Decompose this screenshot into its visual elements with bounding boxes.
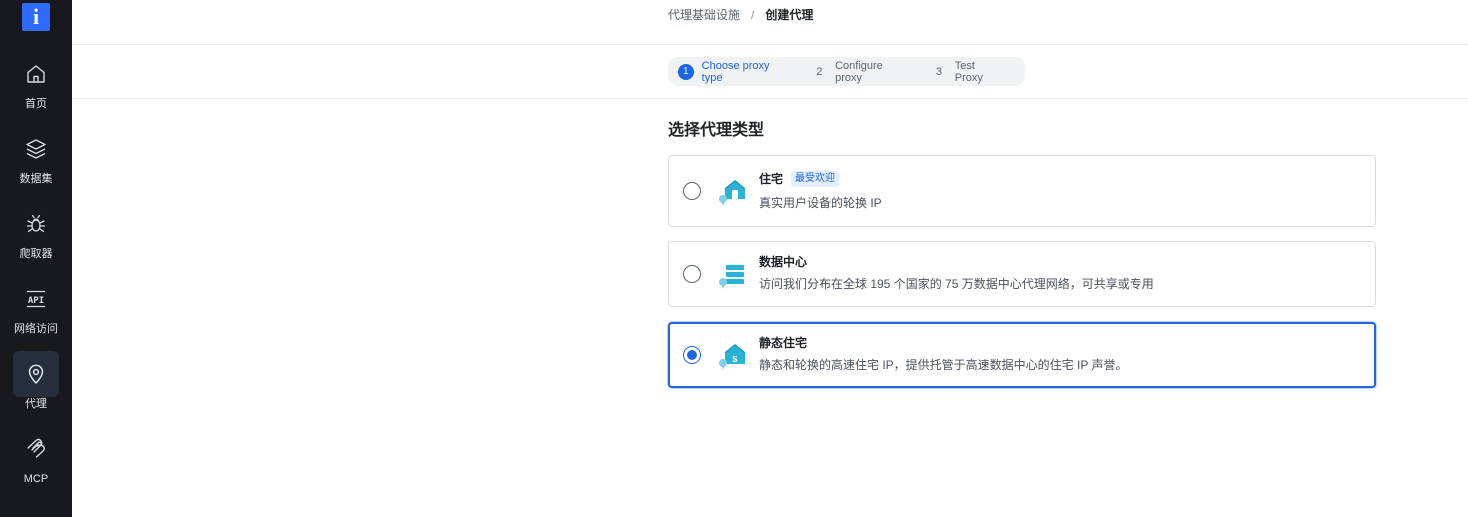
main-content: 代理基础设施 / 创建代理 1 Choose proxy type 2 Conf… [72,0,1468,517]
svg-text:S: S [732,355,738,364]
option-datacenter[interactable]: 数据中心 访问我们分布在全球 195 个国家的 75 万数据中心代理网络，可共享… [668,241,1376,307]
datacenter-server-icon [719,265,744,289]
sidebar-item-home[interactable]: 首页 [0,43,72,118]
svg-text:API: API [28,296,44,306]
sidebar-item-label: 代理 [25,397,47,410]
page-header: 代理基础设施 / 创建代理 [72,0,1468,45]
option-title: 数据中心 [759,254,807,270]
option-residential[interactable]: 住宅 最受欢迎 真实用户设备的轮换 IP [668,155,1376,227]
sidebar-item-datasets[interactable]: 数据集 [0,118,72,193]
location-pin-icon [28,364,44,384]
sidebar-item-scrapers[interactable]: 爬取器 [0,193,72,268]
api-icon: API [27,290,45,307]
stepper: 1 Choose proxy type 2 Configure proxy 3 … [668,57,1025,86]
sidebar-item-web-access[interactable]: API 网络访问 [0,268,72,343]
logo-letter: i [32,4,40,29]
breadcrumb: 代理基础设施 / 创建代理 [668,7,813,23]
step-label: Choose proxy type [701,59,770,84]
step-choose-proxy-type[interactable]: 1 Choose proxy type [678,60,791,84]
option-title: 静态住宅 [759,335,807,351]
step-number: 2 [816,65,823,78]
option-title-text: 住宅 [759,172,784,186]
option-title-text: 静态住宅 [759,336,808,350]
option-title: 住宅 最受欢迎 [759,171,840,187]
sidebar-item-label: 爬取器 [19,247,53,260]
radio-static-residential[interactable] [683,346,701,364]
mcp-icon [27,438,45,458]
sidebar: i 首页 数据集 爬取器 API 网络访问 代理 MCP [0,0,72,517]
steps-bar: 1 Choose proxy type 2 Configure proxy 3 … [72,45,1468,99]
bug-icon [26,214,46,232]
layers-icon [26,138,46,159]
step-number: 3 [935,65,943,78]
step-label: Configure proxy [835,59,883,84]
option-static-residential[interactable]: S 静态住宅 静态和轮换的高速住宅 IP，提供托管于高速数据中心的住宅 IP 声… [668,322,1376,388]
option-description: 访问我们分布在全球 195 个国家的 75 万数据中心代理网络，可共享或专用 [759,277,1154,291]
breadcrumb-separator: / [751,8,755,22]
residential-house-icon [719,180,746,206]
sidebar-item-label: MCP [23,472,49,485]
sidebar-item-label: 网络访问 [14,322,58,335]
home-icon [27,64,45,83]
section-title: 选择代理类型 [668,122,765,139]
option-title-text: 数据中心 [759,255,808,269]
sidebar-item-label: 首页 [25,97,47,110]
option-description: 静态和轮换的高速住宅 IP，提供托管于高速数据中心的住宅 IP 声誉。 [759,358,1128,372]
radio-datacenter[interactable] [683,265,701,283]
static-residential-icon: S [719,344,746,370]
sidebar-item-proxy[interactable]: 代理 [0,343,72,418]
radio-residential[interactable] [683,182,701,200]
step-configure-proxy[interactable]: 2 Configure proxy [811,60,911,84]
option-description: 真实用户设备的轮换 IP [759,196,882,210]
breadcrumb-current: 创建代理 [765,8,814,22]
breadcrumb-parent-link[interactable]: 代理基础设施 [668,7,740,23]
popular-badge: 最受欢迎 [791,171,840,187]
sidebar-item-label: 数据集 [19,172,53,185]
sidebar-item-mcp[interactable]: MCP [0,418,72,493]
step-test-proxy[interactable]: 3 Test Proxy [931,60,1005,84]
step-number: 1 [678,63,694,80]
step-label: Test Proxy [954,59,983,84]
app-logo[interactable]: i [22,3,50,31]
